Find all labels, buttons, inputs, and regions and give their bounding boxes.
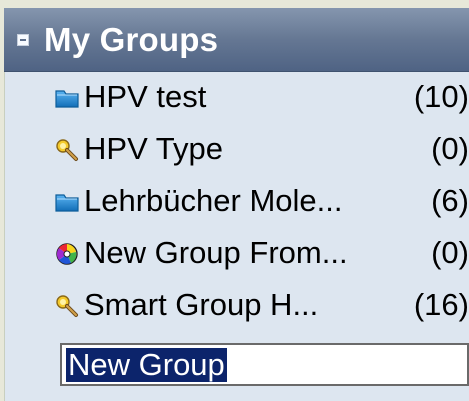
color-wheel-group-icon xyxy=(54,242,80,266)
collapse-minus-icon[interactable] xyxy=(17,33,29,46)
folder-icon xyxy=(54,190,80,214)
smart-group-icon xyxy=(54,294,80,318)
group-label: HPV test xyxy=(84,79,207,114)
group-count: (16) xyxy=(413,287,469,322)
group-row-lehrbucher[interactable]: Lehrbücher Mole... (6) xyxy=(4,176,469,228)
group-row-hpv-type[interactable]: HPV Type (0) xyxy=(4,124,469,176)
my-groups-title: My Groups xyxy=(44,21,219,58)
group-row-hpv-test[interactable]: HPV test (10) xyxy=(4,72,469,124)
group-row-smart-group[interactable]: Smart Group H... (16) xyxy=(4,280,469,332)
folder-icon xyxy=(54,86,80,110)
my-groups-header[interactable]: My Groups xyxy=(4,8,469,72)
group-row-new-group-from[interactable]: New Group From... (0) xyxy=(4,228,469,280)
group-count: (6) xyxy=(431,183,469,218)
new-group-name-field[interactable]: New Group xyxy=(60,343,469,386)
group-count: (0) xyxy=(431,131,469,166)
groups-pane: My Groups HPV test (10) HPV Type (0) Leh… xyxy=(4,8,469,401)
group-label: New Group From... xyxy=(84,235,348,270)
group-label: HPV Type xyxy=(84,131,224,166)
new-group-name-input[interactable] xyxy=(62,345,467,384)
group-label: Lehrbücher Mole... xyxy=(84,183,343,218)
group-label: Smart Group H... xyxy=(84,287,319,322)
smart-group-icon xyxy=(54,138,80,162)
groups-panel: My Groups HPV test (10) HPV Type (0) Leh… xyxy=(0,0,469,401)
group-count: (10) xyxy=(413,79,469,114)
group-count: (0) xyxy=(431,235,469,270)
